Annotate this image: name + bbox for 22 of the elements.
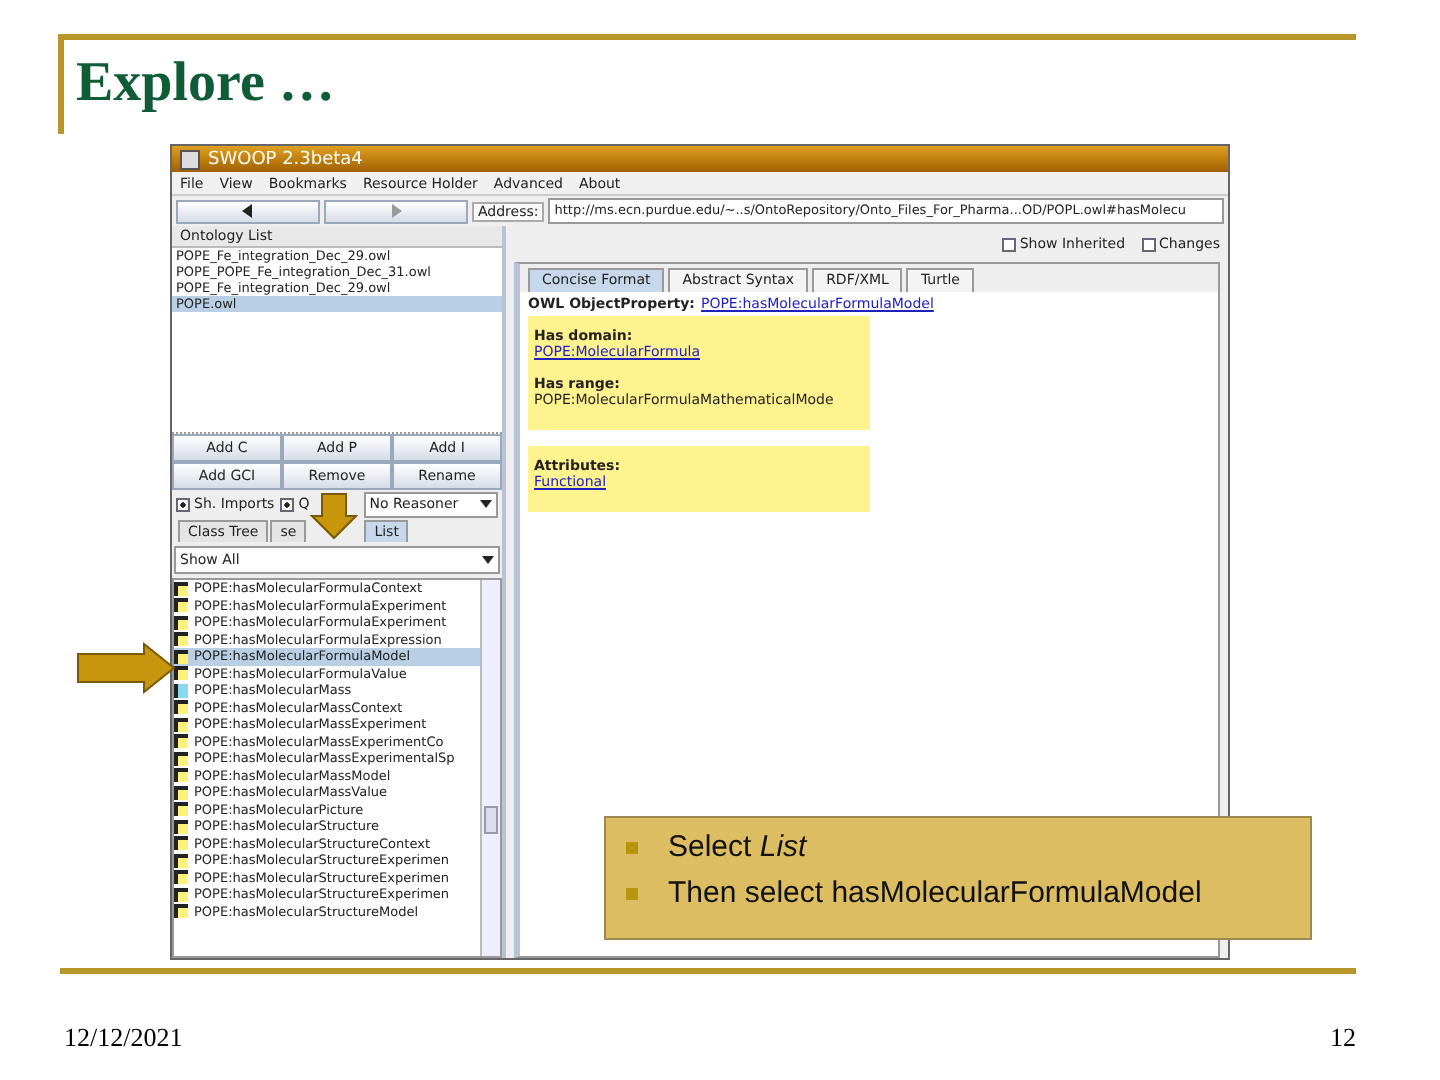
callout-text: Select List [668, 830, 807, 864]
caret-icon [482, 556, 494, 564]
checkbox[interactable] [1001, 237, 1016, 251]
back-button[interactable] [176, 199, 320, 223]
checkbox[interactable] [1141, 237, 1156, 251]
callout-text: Then select hasMolecularFormulaModel [668, 876, 1202, 910]
slide-date: 12/12/2021 [64, 1022, 183, 1054]
bullet-icon [626, 841, 638, 853]
window-title: SWOOP 2.3beta4 [208, 149, 363, 169]
slide-number: 12 [1330, 1022, 1356, 1054]
checkbox[interactable] [280, 497, 295, 511]
pointer-arrow [310, 492, 358, 540]
bullet-icon [626, 887, 638, 899]
app-icon [180, 149, 200, 169]
back-icon [242, 204, 254, 218]
pointer-arrow [76, 642, 176, 694]
checkbox[interactable] [176, 497, 190, 511]
square-icon [174, 683, 188, 698]
scrollbar[interactable] [480, 580, 500, 956]
slide-title: Explore … [76, 56, 337, 112]
caret-icon [480, 500, 492, 508]
forward-icon [390, 204, 402, 218]
